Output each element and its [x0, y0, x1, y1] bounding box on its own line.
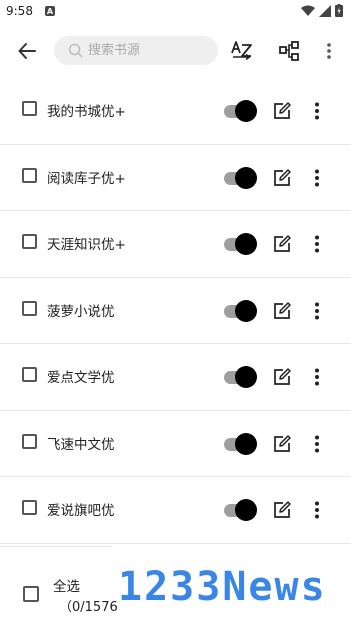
edit-icon	[274, 168, 291, 186]
edit-icon	[274, 368, 291, 385]
signal-icon	[319, 4, 331, 17]
search-box[interactable]	[54, 36, 218, 65]
select-all-label[interactable]: 全选	[53, 575, 80, 595]
source-name: 飞速中文优	[47, 436, 115, 453]
row-more-button[interactable]	[306, 100, 328, 122]
row-more-button[interactable]	[306, 499, 328, 521]
more-vert-icon	[315, 501, 319, 519]
edit-button[interactable]	[271, 233, 293, 255]
list-item[interactable]: 飞速中文优	[0, 411, 351, 477]
group-button[interactable]	[275, 37, 303, 65]
edit-button[interactable]	[271, 100, 293, 122]
row-checkbox[interactable]	[22, 167, 37, 183]
more-vert-icon	[315, 368, 319, 386]
row-checkbox[interactable]	[22, 500, 37, 515]
enable-switch[interactable]	[222, 499, 258, 521]
search-icon	[68, 43, 84, 59]
source-name: 天涯知识优+	[47, 237, 126, 253]
list-item[interactable]: 爱点文学优	[0, 344, 351, 411]
row-more-button[interactable]	[306, 300, 328, 322]
book-source-list: 我的书城优+ 阅读库子优+ 天涯知识优+ 菠萝小说优 爱点文学优 飞速中文优 爱…	[0, 78, 351, 544]
selection-footer: 全选 （0/1576 1233News	[0, 546, 351, 624]
list-item[interactable]: 菠萝小说优	[0, 278, 351, 344]
row-checkbox[interactable]	[22, 367, 37, 382]
source-name: 爱点文学优	[47, 370, 115, 386]
edit-icon	[274, 301, 291, 319]
row-checkbox[interactable]	[22, 300, 37, 316]
more-vert-icon	[315, 102, 319, 120]
toolbar	[0, 24, 351, 78]
edit-button[interactable]	[271, 433, 293, 455]
divider	[0, 546, 112, 547]
list-item[interactable]: 我的书城优+	[0, 78, 351, 145]
edit-icon	[274, 434, 291, 452]
group-icon	[279, 41, 299, 61]
edit-icon	[274, 235, 291, 252]
row-more-button[interactable]	[306, 433, 328, 455]
source-name: 阅读库子优+	[47, 170, 126, 187]
source-name: 我的书城优+	[47, 104, 126, 120]
notification-icon: A	[45, 6, 55, 16]
edit-icon	[274, 102, 291, 119]
status-icons	[301, 4, 343, 17]
list-item[interactable]: 爱说旗吧优	[0, 477, 351, 544]
enable-switch[interactable]	[222, 299, 258, 322]
back-button[interactable]	[12, 36, 42, 66]
row-checkbox[interactable]	[22, 234, 37, 249]
battery-icon	[335, 4, 343, 17]
search-input[interactable]	[88, 43, 208, 58]
select-all-checkbox[interactable]	[23, 586, 39, 602]
source-name: 菠萝小说优	[47, 303, 115, 320]
selection-count: （0/1576	[59, 600, 118, 615]
row-more-button[interactable]	[306, 366, 328, 388]
enable-switch[interactable]	[222, 233, 258, 255]
enable-switch[interactable]	[222, 432, 258, 455]
row-checkbox[interactable]	[22, 101, 37, 116]
status-time: 9:58	[6, 4, 33, 18]
row-more-button[interactable]	[306, 167, 328, 189]
sort-az-icon	[231, 41, 252, 61]
edit-icon	[274, 501, 291, 518]
enable-switch[interactable]	[222, 166, 258, 189]
more-vert-icon	[315, 302, 319, 319]
row-checkbox[interactable]	[22, 433, 37, 449]
more-vert-icon	[315, 435, 319, 452]
list-item[interactable]: 天涯知识优+	[0, 211, 351, 278]
edit-button[interactable]	[271, 499, 293, 521]
enable-switch[interactable]	[222, 100, 258, 122]
overflow-menu-button[interactable]	[315, 37, 343, 65]
more-vert-icon	[315, 169, 319, 186]
source-name: 爱说旗吧优	[47, 503, 115, 519]
edit-button[interactable]	[271, 366, 293, 388]
row-more-button[interactable]	[306, 233, 328, 255]
edit-button[interactable]	[271, 300, 293, 322]
more-vert-icon	[327, 43, 331, 59]
more-vert-icon	[315, 235, 319, 253]
arrow-back-icon	[18, 43, 36, 59]
list-item[interactable]: 阅读库子优+	[0, 145, 351, 211]
sort-button[interactable]	[228, 37, 256, 65]
status-bar: 9:58 A	[0, 0, 351, 24]
enable-switch[interactable]	[222, 366, 258, 388]
wifi-icon	[301, 5, 315, 16]
edit-button[interactable]	[271, 167, 293, 189]
watermark-logo: 1233News	[118, 564, 327, 610]
